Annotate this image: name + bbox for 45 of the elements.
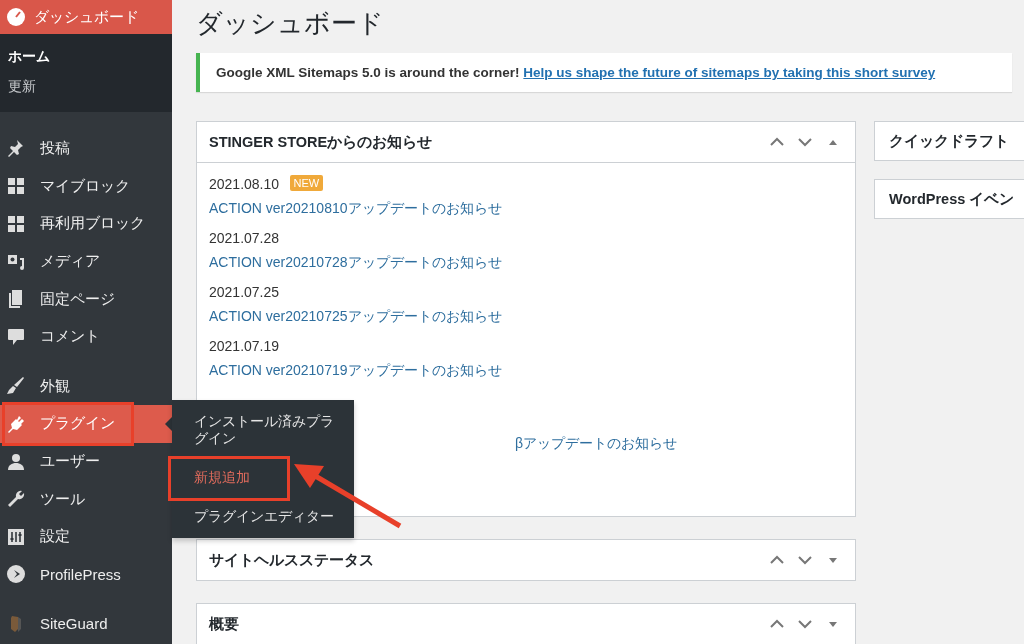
sliders-icon — [6, 526, 26, 547]
pin-icon — [6, 138, 26, 159]
menu-item[interactable]: 再利用ブロック — [0, 205, 172, 243]
comment-icon — [6, 326, 26, 347]
survey-link[interactable]: Help us shape the future of sitemaps by taking this short survey — [523, 65, 936, 80]
flyout-item[interactable]: インストール済みプラグイン — [172, 408, 354, 454]
widget-title: クイックドラフト — [874, 121, 1024, 161]
widget-title: 概要 — [209, 614, 240, 634]
menu-item[interactable]: 設定 — [0, 517, 172, 556]
menu-item[interactable]: 固定ページ — [0, 280, 172, 318]
widget-title: WordPress イベン — [874, 179, 1024, 219]
menu-item[interactable]: メディア — [0, 242, 172, 281]
menu-item[interactable]: コメント — [0, 317, 172, 356]
menu-item[interactable]: 投稿 — [0, 130, 172, 168]
news-date: 2021.07.28 — [209, 230, 280, 246]
news-link[interactable]: ACTION ver20210728アップデートのお知らせ — [209, 254, 502, 272]
plug-icon — [6, 413, 26, 434]
notice-message: Google XML Sitemaps 5.0 is around the corner! Help us shape the future of sitemaps by taking this short survey — [196, 53, 1012, 92]
news-link[interactable]: ACTION ver20210725アップデートのお知らせ — [209, 308, 502, 326]
user-icon — [6, 451, 26, 472]
submenu-item[interactable]: 更新 — [0, 72, 172, 102]
page-title: ダッシュボード — [196, 7, 385, 40]
widget-title: STINGER STOREからのお知らせ — [209, 132, 434, 152]
grid-icon — [6, 214, 26, 234]
gauge-icon — [6, 7, 26, 27]
widget-title: サイトヘルスステータス — [209, 550, 375, 570]
news-link[interactable]: ACTION ver20210719アップデートのお知らせ — [209, 362, 502, 380]
wrench-icon — [6, 489, 26, 510]
new-badge: NEW — [289, 175, 324, 191]
menu-item[interactable]: SiteGuard — [0, 605, 172, 643]
menu-item[interactable]: ProfilePress — [0, 555, 172, 594]
submenu-item[interactable]: ホーム — [0, 42, 172, 72]
news-link[interactable]: ACTION ver20210810アップデートのお知らせ — [209, 200, 502, 218]
news-date: 2021.07.25 — [209, 284, 280, 300]
news-date: 2021.08.10 — [209, 176, 280, 192]
menu-item[interactable]: ダッシュボード — [0, 0, 172, 34]
menu-item[interactable]: マイブロック — [0, 167, 172, 206]
news-link[interactable]: βアップデートのお知らせ — [515, 435, 678, 453]
badge-icon — [6, 564, 26, 585]
flyout-item[interactable]: プラグインエディター — [172, 502, 354, 532]
menu-item[interactable]: 外観 — [0, 367, 172, 406]
brush-icon — [6, 376, 26, 397]
menu-item[interactable]: プラグイン — [0, 405, 172, 443]
grid-icon — [6, 176, 26, 197]
news-date: 2021.07.19 — [209, 338, 280, 354]
